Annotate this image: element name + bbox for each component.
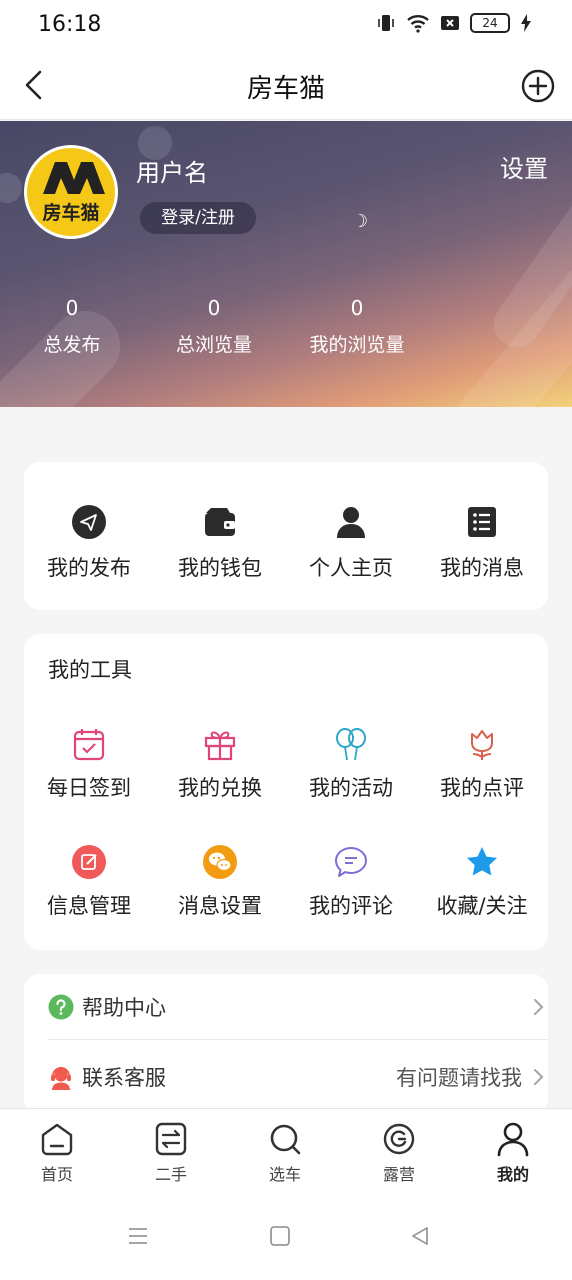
- support-agent-icon: [51, 1067, 71, 1090]
- status-bar: 16:18 24: [0, 0, 572, 50]
- quick-item-label: 我的发布: [47, 556, 131, 580]
- message-list-icon: [468, 507, 496, 537]
- tab-second-hand[interactable]: 二手: [126, 1121, 216, 1185]
- avatar-brand-text: 房车猫: [42, 202, 100, 224]
- comment-icon: [335, 847, 367, 877]
- tool-my-activities[interactable]: 我的活动: [296, 726, 406, 802]
- stat-value: 0: [207, 296, 221, 320]
- username: 用户名: [136, 159, 208, 187]
- chevron-right-icon: [533, 998, 544, 1016]
- brand-logo-icon: [43, 162, 105, 194]
- help-row-hint: 有问题请找我: [396, 1066, 522, 1090]
- help-row-label: 联系客服: [82, 1066, 166, 1090]
- quick-item-label: 个人主页: [309, 556, 393, 580]
- tab-label: 选车: [268, 1165, 301, 1184]
- tool-my-reviews[interactable]: 我的点评: [427, 726, 537, 802]
- no-sim-icon: [441, 16, 459, 30]
- tab-home[interactable]: 首页: [12, 1121, 102, 1185]
- tool-daily-checkin[interactable]: 每日签到: [34, 726, 144, 802]
- gift-icon: [204, 731, 236, 761]
- settings-button[interactable]: 设置: [500, 149, 548, 184]
- stat-label: 我的浏览量: [309, 334, 405, 356]
- tools-heading: 我的工具: [48, 658, 132, 682]
- nav-bar: 房车猫: [0, 50, 572, 120]
- stat-value: 0: [65, 296, 79, 320]
- stat-total-views[interactable]: 0 总浏览量: [154, 296, 274, 357]
- moon-icon: ☽: [352, 211, 369, 232]
- home-square-icon[interactable]: [268, 1224, 292, 1248]
- menu-icon[interactable]: [126, 1224, 150, 1248]
- tab-label: 我的: [496, 1165, 529, 1184]
- tool-favorites-follows[interactable]: 收藏/关注: [427, 844, 537, 920]
- stat-label: 总发布: [43, 334, 101, 356]
- tool-label: 我的评论: [309, 894, 393, 918]
- status-icons: 24: [376, 13, 532, 33]
- profile-header: 房车猫 用户名 登录/注册 设置 ☽ 0 总发布 0 总浏览量 0 我的浏览量: [0, 121, 572, 407]
- tool-info-management[interactable]: 信息管理: [34, 844, 144, 920]
- quick-item-my-messages[interactable]: 我的消息: [427, 504, 537, 582]
- tulip-icon: [471, 730, 493, 760]
- edit-icon: [72, 845, 106, 879]
- quick-item-profile-page[interactable]: 个人主页: [296, 504, 406, 582]
- stat-my-views[interactable]: 0 我的浏览量: [292, 296, 422, 357]
- question-icon: [48, 994, 74, 1020]
- star-icon: [467, 847, 497, 876]
- balloon-icon: [336, 728, 366, 761]
- quick-actions-card: 我的发布 我的钱包 个人主页 我的消息: [24, 462, 548, 610]
- contact-support-row[interactable]: 联系客服 有问题请找我: [48, 1044, 548, 1110]
- tool-label: 我的点评: [440, 776, 524, 800]
- tool-my-redeem[interactable]: 我的兑换: [165, 726, 275, 802]
- tab-label: 二手: [154, 1165, 187, 1184]
- back-triangle-icon[interactable]: [408, 1224, 432, 1248]
- help-row-label: 帮助中心: [82, 996, 166, 1020]
- avatar[interactable]: 房车猫: [24, 145, 118, 239]
- tool-label: 信息管理: [47, 894, 131, 918]
- help-center-row[interactable]: 帮助中心: [48, 974, 548, 1040]
- decor-dot: [0, 173, 22, 203]
- login-register-button[interactable]: 登录/注册: [140, 202, 256, 234]
- tab-label: 露营: [382, 1165, 415, 1184]
- help-card: 帮助中心 联系客服 有问题请找我: [24, 974, 548, 1114]
- tool-label: 我的兑换: [178, 776, 262, 800]
- tool-label: 消息设置: [178, 894, 262, 918]
- swap-icon: [155, 1122, 187, 1156]
- wechat-icon: [203, 845, 237, 879]
- tools-card: 我的工具 每日签到 我的兑换 我的活动 我的点评 信息管理 消息设置 我的评论 …: [24, 634, 548, 950]
- charging-icon: [521, 14, 531, 32]
- tool-label: 每日签到: [47, 776, 131, 800]
- status-time: 16:18: [38, 12, 102, 37]
- tab-label: 首页: [40, 1165, 73, 1184]
- quick-item-my-wallet[interactable]: 我的钱包: [165, 504, 275, 582]
- tab-camping[interactable]: 露营: [354, 1121, 444, 1185]
- system-nav-bar: [0, 1202, 572, 1280]
- quick-item-label: 我的钱包: [178, 556, 262, 580]
- tool-label: 我的活动: [309, 776, 393, 800]
- battery-indicator: 24: [470, 13, 510, 33]
- stat-total-posts[interactable]: 0 总发布: [12, 296, 132, 357]
- vibrate-icon: [378, 15, 394, 31]
- search-icon: [270, 1124, 301, 1155]
- user-icon: [497, 1122, 529, 1157]
- camp-icon: [383, 1123, 415, 1155]
- chevron-right-icon: [533, 1068, 544, 1086]
- quick-item-my-posts[interactable]: 我的发布: [34, 504, 144, 582]
- tab-choose-car[interactable]: 选车: [240, 1121, 330, 1185]
- tool-message-settings[interactable]: 消息设置: [165, 844, 275, 920]
- bottom-tab-bar: 首页 二手 选车 露营 我的: [0, 1108, 572, 1202]
- stat-label: 总浏览量: [175, 334, 252, 356]
- stat-value: 0: [350, 296, 364, 320]
- wallet-icon: [205, 508, 235, 536]
- send-icon: [72, 505, 106, 539]
- calendar-check-icon: [73, 729, 105, 761]
- quick-item-label: 我的消息: [440, 556, 524, 580]
- wifi-icon: [407, 15, 429, 33]
- home-icon: [41, 1123, 73, 1156]
- person-icon: [337, 507, 365, 538]
- page-title: 房车猫: [246, 74, 325, 104]
- tab-mine[interactable]: 我的: [468, 1121, 558, 1185]
- tool-my-comments[interactable]: 我的评论: [296, 844, 406, 920]
- add-circle-icon[interactable]: [520, 68, 556, 104]
- tool-label: 收藏/关注: [436, 894, 528, 918]
